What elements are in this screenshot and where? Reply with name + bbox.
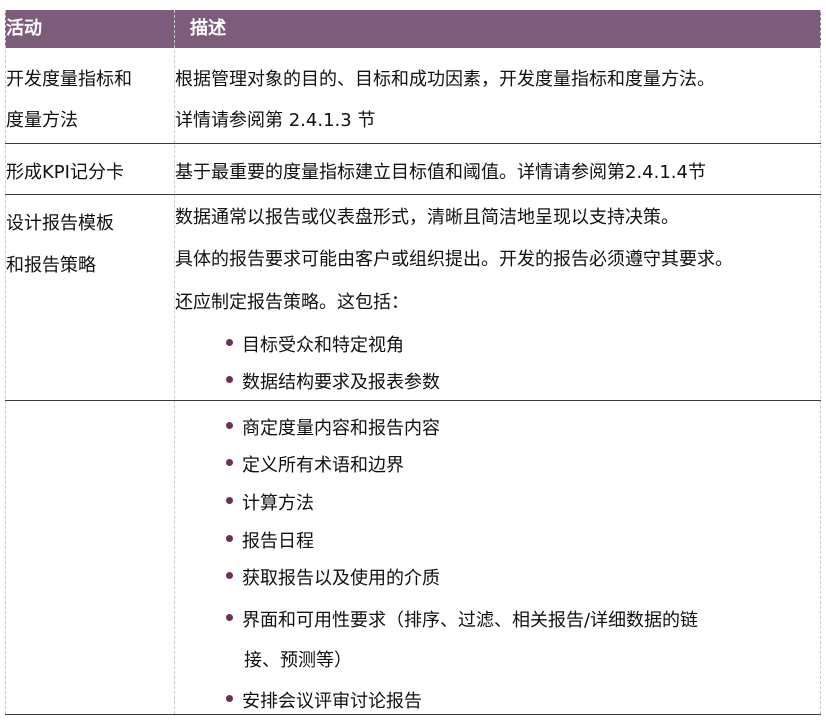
- bullet-icon: [226, 496, 233, 504]
- bullet-icon: [226, 571, 233, 579]
- list-item: 报告日程: [226, 527, 314, 553]
- list-item: 定义所有术语和边界: [226, 451, 404, 477]
- header-activity: 活动: [6, 18, 42, 39]
- row-divider: [5, 400, 821, 401]
- header-description: 描述: [190, 18, 226, 39]
- bullet-icon: [226, 421, 233, 429]
- row3-activity-line2: 和报告策略: [6, 255, 96, 276]
- row3-description-line1: 数据通常以报告或仪表盘形式，清晰且简洁地呈现以支持决策。: [175, 207, 679, 228]
- bullet-icon: [226, 338, 233, 346]
- table-border-right: [820, 10, 821, 714]
- row-divider: [5, 194, 821, 195]
- row1-activity-line1: 开发度量指标和: [6, 69, 132, 90]
- row1-activity-line2: 度量方法: [6, 110, 78, 131]
- list-item-continuation: 接、预测等）: [244, 650, 352, 671]
- list-item: 界面和可用性要求（排序、过滤、相关报告/详细数据的链: [226, 606, 698, 632]
- list-item: 计算方法: [226, 489, 314, 515]
- document-table: 活动 描述 开发度量指标和 度量方法 根据管理对象的目的、目标和成功因素，开发度…: [0, 0, 826, 723]
- row1-description-line1: 根据管理对象的目的、目标和成功因素，开发度量指标和度量方法。: [175, 69, 715, 90]
- table-bottom-border: [5, 714, 821, 715]
- row3-description-line3: 还应制定报告策略。这包括：: [175, 292, 409, 313]
- row1-description-line2: 详情请参阅第 2.4.1.3 节: [175, 110, 376, 131]
- list-item: 目标受众和特定视角: [226, 331, 404, 357]
- list-item: 安排会议评审讨论报告: [226, 687, 422, 713]
- row2-description: 基于最重要的度量指标建立目标值和阈值。详情请参阅第2.4.1.4节: [175, 162, 706, 183]
- row2-activity: 形成KPI记分卡: [6, 162, 124, 183]
- bullet-icon: [226, 534, 233, 542]
- table-header: 活动 描述: [5, 10, 821, 48]
- bullet-icon: [226, 694, 233, 702]
- bullet-icon: [226, 375, 233, 383]
- list-item: 数据结构要求及报表参数: [226, 368, 440, 394]
- list-item: 商定度量内容和报告内容: [226, 414, 440, 440]
- row3-description-line2: 具体的报告要求可能由客户或组织提出。开发的报告必须遵守其要求。: [175, 249, 733, 270]
- bullet-icon: [226, 458, 233, 466]
- row-divider: [5, 143, 821, 144]
- bullet-icon: [226, 613, 233, 621]
- row3-activity-line1: 设计报告模板: [6, 213, 114, 234]
- list-item: 获取报告以及使用的介质: [226, 564, 440, 590]
